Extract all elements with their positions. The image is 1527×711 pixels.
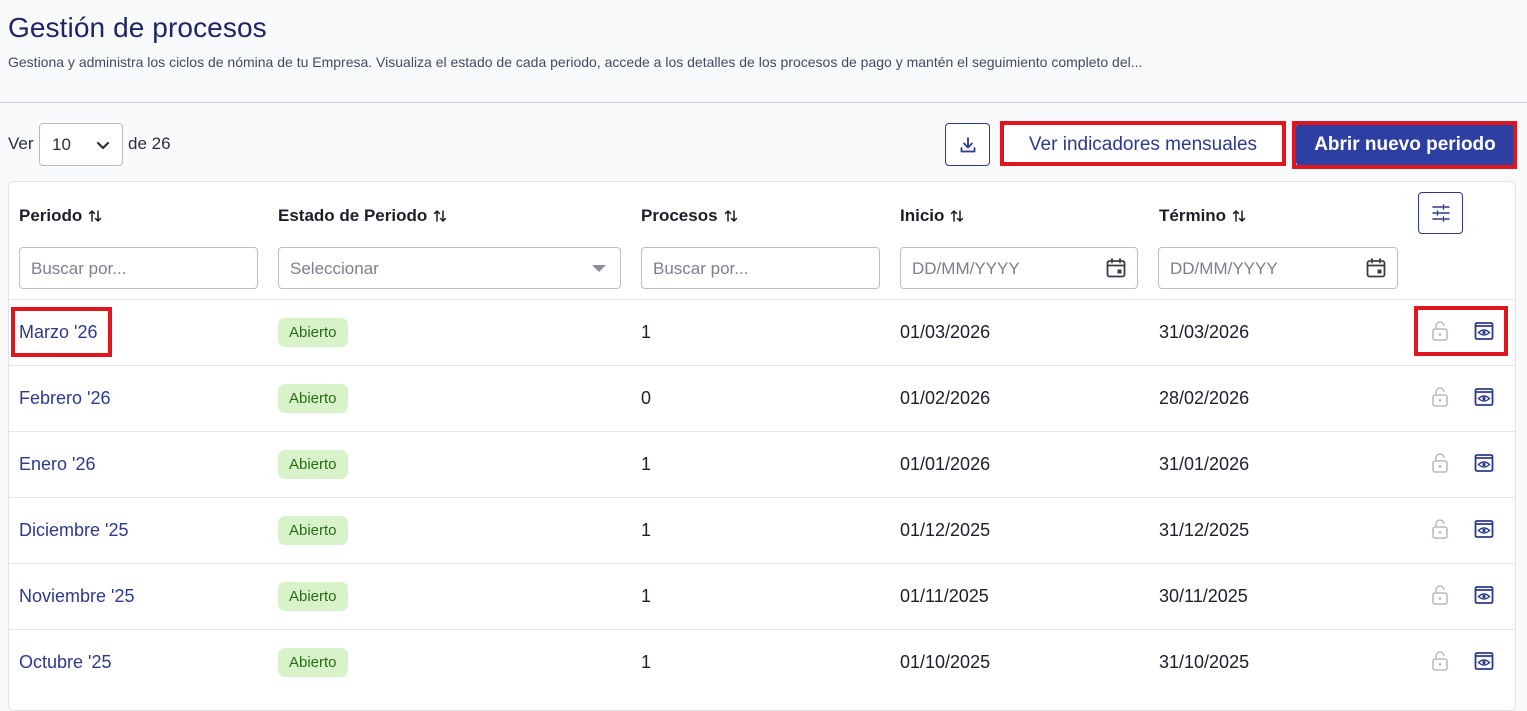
period-link[interactable]: Diciembre '25 xyxy=(19,520,128,541)
sort-icon xyxy=(724,210,737,222)
view-icon[interactable] xyxy=(1474,453,1494,473)
status-badge: Abierto xyxy=(278,648,348,677)
view-icon[interactable] xyxy=(1474,387,1494,407)
processes-count: 1 xyxy=(641,454,652,474)
table-row: Marzo '26 Abierto 1 01/03/2026 31/03/2026 xyxy=(9,299,1515,365)
column-label: Procesos xyxy=(641,206,718,225)
end-date: 31/01/2026 xyxy=(1159,454,1250,474)
placeholder: DD/MM/YYYY xyxy=(912,259,1020,278)
column-header-periodo[interactable]: Periodo xyxy=(19,206,102,226)
page-description: Gestiona y administra los ciclos de nómi… xyxy=(8,54,1143,70)
end-date: 28/02/2026 xyxy=(1159,388,1250,408)
placeholder: Buscar por... xyxy=(653,259,749,278)
status-badge: Abierto xyxy=(278,318,348,347)
estado-select[interactable]: Seleccionar xyxy=(278,247,621,289)
sort-icon xyxy=(89,210,102,222)
lock-icon[interactable] xyxy=(1431,584,1449,606)
column-header-termino[interactable]: Término xyxy=(1159,206,1246,226)
page-size-value: 10 xyxy=(52,135,71,154)
calendar-icon[interactable] xyxy=(1365,257,1387,279)
table-row: Enero '26 Abierto 1 01/01/2026 31/01/2026 xyxy=(9,431,1515,497)
termino-date-input[interactable]: DD/MM/YYYY xyxy=(1158,247,1398,289)
highlight-box-period xyxy=(11,307,112,357)
end-date: 31/03/2026 xyxy=(1159,322,1250,342)
processes-count: 1 xyxy=(641,652,652,672)
sliders-icon xyxy=(1431,204,1450,222)
processes-count: 1 xyxy=(641,520,652,540)
period-link[interactable]: Noviembre '25 xyxy=(19,586,135,607)
start-date: 01/12/2025 xyxy=(900,520,991,540)
table-row: Noviembre '25 Abierto 1 01/11/2025 30/11/202… xyxy=(9,563,1515,629)
start-date: 01/02/2026 xyxy=(900,388,991,408)
period-link[interactable]: Octubre '25 xyxy=(19,652,112,673)
placeholder: DD/MM/YYYY xyxy=(1170,259,1278,278)
lock-icon[interactable] xyxy=(1431,386,1449,408)
download-icon xyxy=(960,136,975,152)
column-header-inicio[interactable]: Inicio xyxy=(900,206,964,226)
procesos-search-input[interactable]: Buscar por... xyxy=(641,247,880,289)
status-badge: Abierto xyxy=(278,384,348,413)
lock-icon[interactable] xyxy=(1431,518,1449,540)
period-link[interactable]: Enero '26 xyxy=(19,454,96,475)
view-icon[interactable] xyxy=(1474,585,1494,605)
highlight-box-new-period xyxy=(1292,121,1517,169)
periodo-search-input[interactable]: Buscar por... xyxy=(19,247,258,289)
end-date: 31/10/2025 xyxy=(1159,652,1250,672)
column-label: Término xyxy=(1159,206,1227,225)
processes-count: 0 xyxy=(641,388,652,408)
inicio-date-input[interactable]: DD/MM/YYYY xyxy=(900,247,1138,289)
column-header-procesos[interactable]: Procesos xyxy=(641,206,738,226)
table-row: Febrero '26 Abierto 0 01/02/2026 28/02/2026 xyxy=(9,365,1515,431)
column-label: Inicio xyxy=(900,206,945,225)
view-icon[interactable] xyxy=(1474,651,1494,671)
processes-count: 1 xyxy=(641,322,652,342)
status-badge: Abierto xyxy=(278,516,348,545)
processes-count: 1 xyxy=(641,586,652,606)
calendar-icon[interactable] xyxy=(1105,257,1127,279)
lock-icon[interactable] xyxy=(1431,650,1449,672)
status-badge: Abierto xyxy=(278,450,348,479)
sort-icon xyxy=(434,210,447,222)
end-date: 31/12/2025 xyxy=(1159,520,1250,540)
start-date: 01/01/2026 xyxy=(900,454,991,474)
start-date: 01/03/2026 xyxy=(900,322,991,342)
period-link[interactable]: Febrero '26 xyxy=(19,388,111,409)
highlight-box-indicators xyxy=(1000,121,1286,166)
column-settings-button[interactable] xyxy=(1418,192,1463,234)
page-size-select[interactable]: 10 xyxy=(39,123,123,166)
total-count-label: de 26 xyxy=(128,134,171,153)
view-icon[interactable] xyxy=(1474,519,1494,539)
ver-label: Ver xyxy=(8,134,34,153)
column-label: Estado de Periodo xyxy=(278,206,428,225)
lock-icon[interactable] xyxy=(1431,452,1449,474)
column-label: Periodo xyxy=(19,206,83,225)
status-badge: Abierto xyxy=(278,582,348,611)
download-button[interactable] xyxy=(945,123,990,166)
start-date: 01/10/2025 xyxy=(900,652,991,672)
start-date: 01/11/2025 xyxy=(900,586,989,606)
table-row: Diciembre '25 Abierto 1 01/12/2025 31/12/202… xyxy=(9,497,1515,563)
sort-icon xyxy=(1232,210,1246,222)
placeholder: Buscar por... xyxy=(31,259,127,278)
chevron-down-icon xyxy=(96,141,110,150)
highlight-box-actions xyxy=(1414,306,1508,356)
placeholder: Seleccionar xyxy=(290,259,379,278)
end-date: 30/11/2025 xyxy=(1159,586,1248,606)
sort-icon xyxy=(951,210,964,222)
page-header: Gestión de procesos Gestiona y administr… xyxy=(0,0,1527,103)
page-title: Gestión de procesos xyxy=(8,12,267,43)
caret-down-icon xyxy=(592,265,606,272)
table-row: Octubre '25 Abierto 1 01/10/2025 31/10/2025 xyxy=(9,629,1515,695)
column-header-estado[interactable]: Estado de Periodo xyxy=(278,206,447,226)
